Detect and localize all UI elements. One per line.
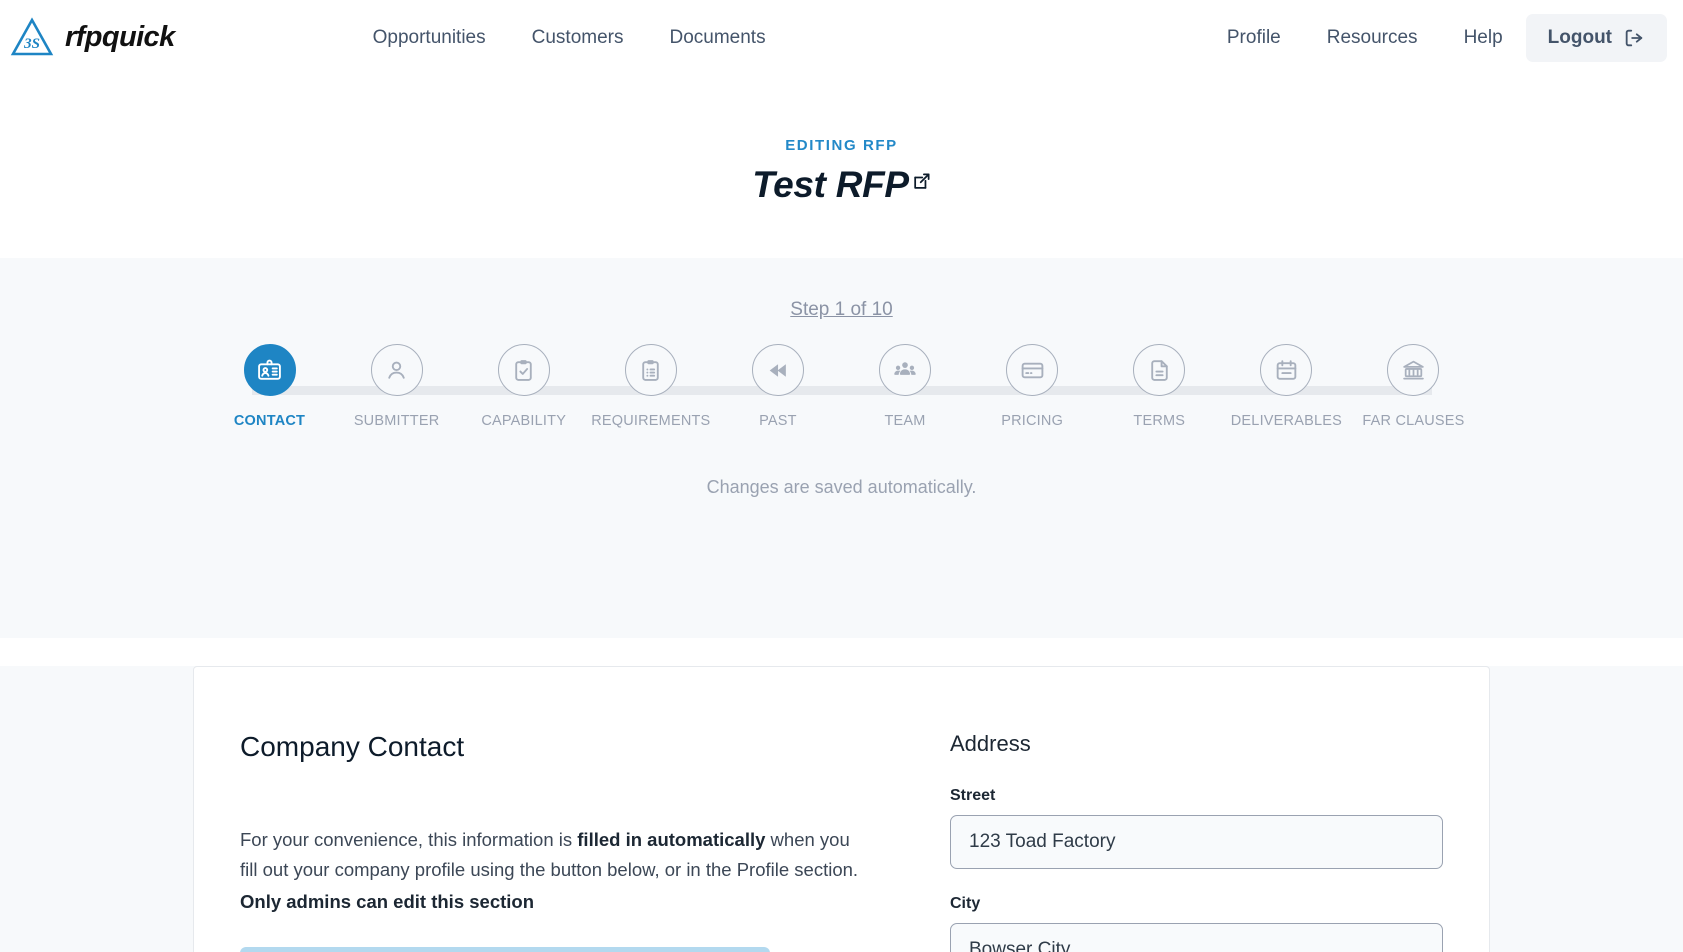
step-pricing-label: PRICING xyxy=(1001,413,1064,429)
document-icon xyxy=(1151,359,1168,381)
step-terms-circle xyxy=(1133,344,1186,396)
step-capability[interactable]: CAPABILITY xyxy=(466,344,582,429)
step-past-label: PAST xyxy=(759,413,797,429)
rfp-title-row[interactable]: Test RFP xyxy=(752,164,931,206)
bank-icon xyxy=(1403,360,1424,380)
step-submitter-circle xyxy=(370,344,423,396)
street-field-group: Street xyxy=(950,787,1443,869)
stepper-section: Step 1 of 10 CONTACT SUBMITTER CAPABILIT… xyxy=(0,258,1683,638)
rewind-icon xyxy=(770,363,787,377)
user-icon xyxy=(388,361,405,379)
nav-link-documents[interactable]: Documents xyxy=(646,21,788,55)
step-contact-label: CONTACT xyxy=(233,413,306,429)
step-submitter-label: SUBMITTER xyxy=(353,413,440,429)
step-past[interactable]: PAST xyxy=(720,344,836,429)
svg-text:3S: 3S xyxy=(23,36,40,52)
logout-label: Logout xyxy=(1547,26,1612,48)
id-card-icon xyxy=(258,359,281,380)
step-terms-label: TERMS xyxy=(1133,413,1186,429)
company-contact-card: Company Contact For your convenience, th… xyxy=(193,666,1490,952)
city-input[interactable] xyxy=(950,923,1443,952)
city-field-group: City xyxy=(950,895,1443,952)
card-left-column: Company Contact For your convenience, th… xyxy=(240,731,860,952)
step-requirements-circle xyxy=(624,344,677,396)
street-field-label: Street xyxy=(950,787,996,804)
primary-nav-links: Opportunities Customers Documents xyxy=(350,21,789,55)
section-heading: Company Contact xyxy=(240,731,465,762)
city-field-label: City xyxy=(950,895,981,912)
step-counter[interactable]: Step 1 of 10 xyxy=(0,299,1683,321)
step-deliverables-circle xyxy=(1260,344,1313,396)
step-list: CONTACT SUBMITTER CAPABILITY REQUIREMENT… xyxy=(192,344,1492,429)
step-far-clauses-label: FAR CLAUSES xyxy=(1362,413,1465,429)
secondary-nav-links: Profile Resources Help xyxy=(1204,21,1526,55)
step-terms[interactable]: TERMS xyxy=(1101,344,1217,429)
nav-link-customers[interactable]: Customers xyxy=(509,21,647,55)
street-input[interactable] xyxy=(950,815,1443,869)
step-capability-label: CAPABILITY xyxy=(481,413,567,429)
clipboard-check-icon xyxy=(515,359,532,381)
step-deliverables[interactable]: DELIVERABLES xyxy=(1228,344,1344,429)
calendar-icon xyxy=(1276,359,1297,380)
card-right-column: Address Street City xyxy=(950,731,1443,952)
step-team-label: TEAM xyxy=(884,413,926,429)
editing-eyebrow-label: EDITING RFP xyxy=(785,137,898,154)
step-capability-circle xyxy=(497,344,550,396)
sign-out-icon xyxy=(1625,29,1643,46)
nav-link-help[interactable]: Help xyxy=(1441,21,1526,55)
page-title: Test RFP xyxy=(752,164,909,205)
edit-company-profile-button[interactable]: Edit Company Profile xyxy=(240,946,770,952)
step-team[interactable]: TEAM xyxy=(847,344,963,429)
logout-button[interactable]: Logout xyxy=(1525,13,1667,62)
step-requirements-label: REQUIREMENTS xyxy=(591,413,711,429)
autosave-note: Changes are saved automatically. xyxy=(706,477,977,497)
step-deliverables-label: DELIVERABLES xyxy=(1230,413,1342,429)
helper-text-prefix: For your convenience, this information i… xyxy=(240,829,578,850)
step-submitter[interactable]: SUBMITTER xyxy=(339,344,455,429)
brand-name: rfpquick xyxy=(65,21,175,53)
step-contact[interactable]: CONTACT xyxy=(212,344,328,429)
admin-only-note: Only admins can edit this section xyxy=(240,890,535,912)
step-far-clauses[interactable]: FAR CLAUSES xyxy=(1355,344,1471,429)
step-far-clauses-circle xyxy=(1387,344,1440,396)
step-past-circle xyxy=(751,344,804,396)
triangle-3s-logo-icon: 3S xyxy=(10,16,54,55)
edit-square-icon[interactable] xyxy=(912,172,931,191)
nav-link-opportunities[interactable]: Opportunities xyxy=(350,21,509,55)
clipboard-list-icon xyxy=(642,359,660,381)
step-pricing-circle xyxy=(1006,344,1059,396)
step-contact-circle xyxy=(243,344,296,396)
step-pricing[interactable]: PRICING xyxy=(974,344,1090,429)
address-heading: Address xyxy=(950,731,1031,756)
content-card-wrapper: Company Contact For your convenience, th… xyxy=(0,666,1683,952)
step-requirements[interactable]: REQUIREMENTS xyxy=(591,344,711,429)
helper-text-bold: filled in automatically xyxy=(577,829,766,850)
top-navigation-bar: 3S rfpquick Opportunities Customers Docu… xyxy=(0,0,1683,75)
users-group-icon xyxy=(894,362,916,375)
helper-text: For your convenience, this information i… xyxy=(240,825,860,885)
nav-link-resources[interactable]: Resources xyxy=(1304,21,1441,55)
credit-card-icon xyxy=(1021,362,1043,378)
brand-logo[interactable]: 3S rfpquick xyxy=(10,16,175,60)
rfp-title-block: EDITING RFP Test RFP xyxy=(0,75,1683,258)
nav-link-profile[interactable]: Profile xyxy=(1204,21,1304,55)
step-team-circle xyxy=(879,344,932,396)
